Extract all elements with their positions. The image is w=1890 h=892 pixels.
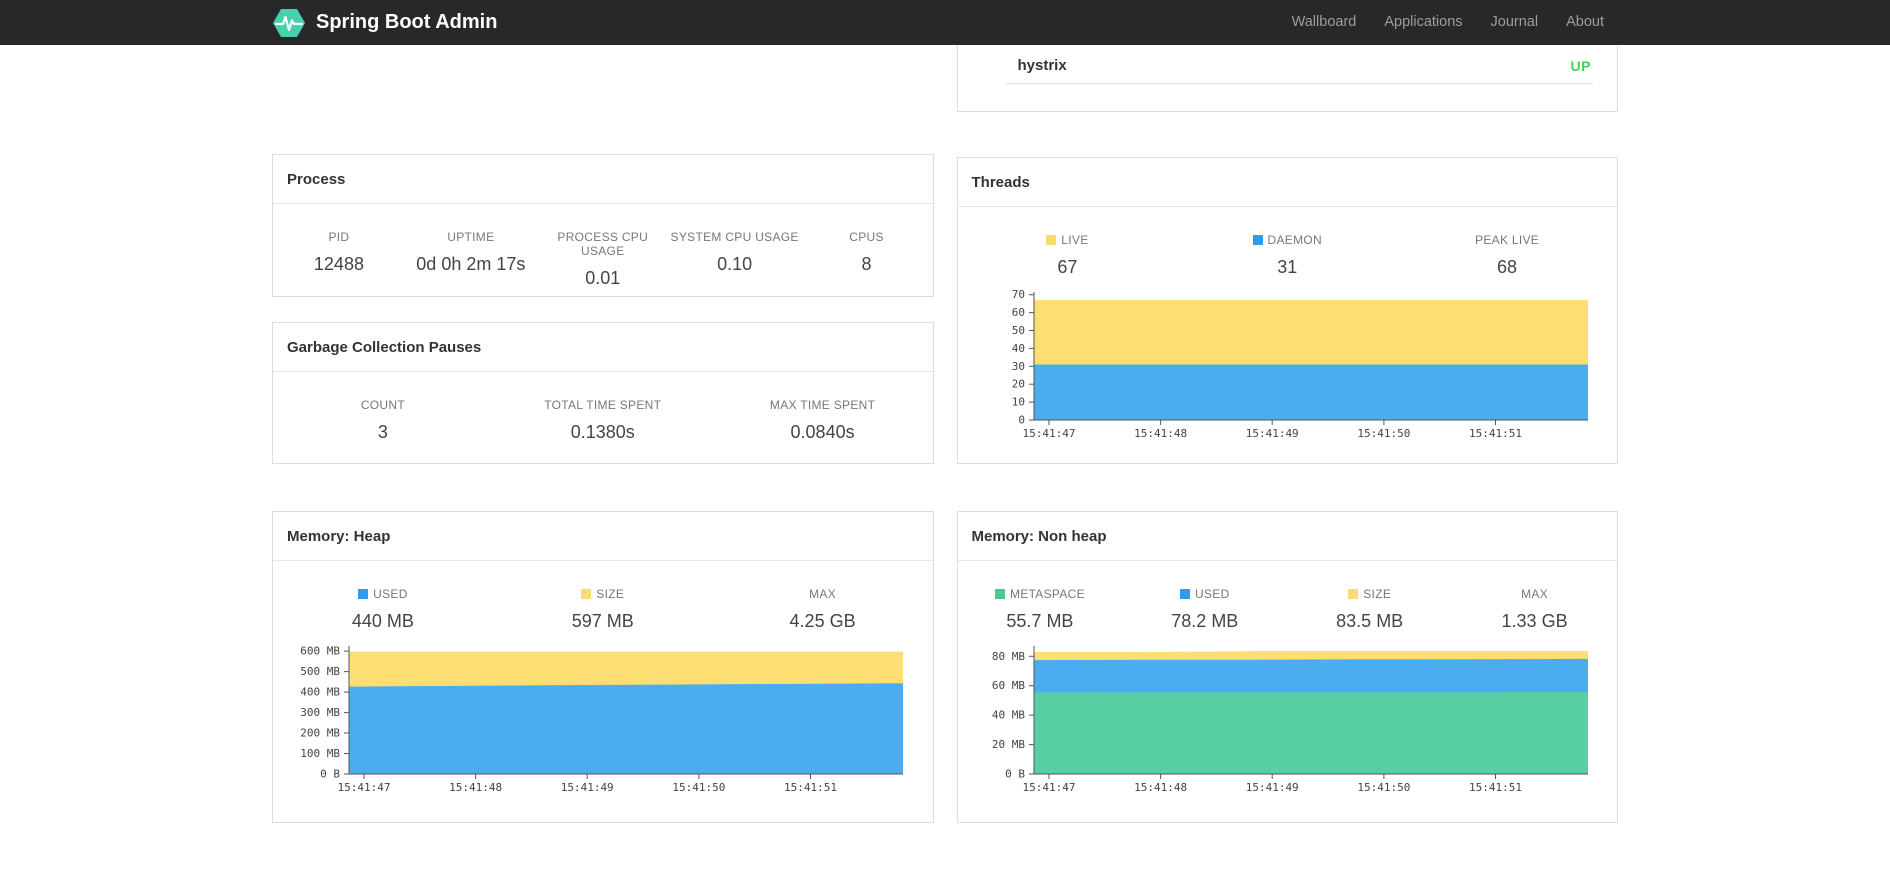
left-column: Process PID 12488 UPTIME 0d 0h 2m 17s PR… bbox=[272, 45, 934, 823]
svg-text:600 MB: 600 MB bbox=[300, 645, 340, 658]
application-name: hystrix bbox=[1017, 57, 1067, 74]
svg-text:200 MB: 200 MB bbox=[300, 727, 340, 740]
memory-heap-card: Memory: Heap USED 440 MB SIZE 597 MB MAX… bbox=[272, 511, 934, 823]
svg-text:15:41:49: 15:41:49 bbox=[1245, 781, 1298, 794]
used-swatch-icon bbox=[1180, 589, 1191, 599]
brand[interactable]: Spring Boot Admin bbox=[272, 8, 497, 38]
threads-legend: LIVE 67 DAEMON 31 PEAK LIVE 68 bbox=[958, 207, 1618, 278]
metric-gc-max-time: MAX TIME SPENT 0.0840s bbox=[769, 398, 876, 442]
svg-text:20: 20 bbox=[1011, 378, 1024, 391]
svg-text:15:41:50: 15:41:50 bbox=[672, 781, 725, 794]
legend-nonheap-metaspace: METASPACE 55.7 MB bbox=[958, 587, 1123, 632]
live-swatch-icon bbox=[1046, 235, 1057, 245]
nonheap-legend: METASPACE 55.7 MB USED 78.2 MB SIZE 83.5… bbox=[958, 561, 1618, 632]
process-card-title: Process bbox=[273, 155, 933, 204]
svg-text:15:41:47: 15:41:47 bbox=[338, 781, 391, 794]
divider bbox=[1005, 83, 1593, 84]
legend-heap-used: USED 440 MB bbox=[351, 587, 414, 631]
gc-card-title: Garbage Collection Pauses bbox=[273, 323, 933, 372]
svg-text:15:41:49: 15:41:49 bbox=[1245, 427, 1298, 440]
application-status-row[interactable]: hystrix UP bbox=[958, 45, 1618, 83]
svg-text:15:41:50: 15:41:50 bbox=[1357, 781, 1410, 794]
threads-chart: 0 10 20 30 40 50 60 70 15:41:47 15:41:48 15:41:49 1… bbox=[958, 278, 1618, 451]
metric-gc-total-time: TOTAL TIME SPENT 0.1380s bbox=[544, 398, 662, 442]
process-card: Process PID 12488 UPTIME 0d 0h 2m 17s PR… bbox=[272, 154, 934, 297]
process-metrics: PID 12488 UPTIME 0d 0h 2m 17s PROCESS CP… bbox=[273, 204, 933, 289]
svg-text:15:41:50: 15:41:50 bbox=[1357, 427, 1410, 440]
used-swatch-icon bbox=[358, 589, 369, 599]
size-swatch-icon bbox=[581, 589, 592, 599]
svg-text:30: 30 bbox=[1011, 360, 1024, 373]
gc-pauses-card: Garbage Collection Pauses COUNT 3 TOTAL … bbox=[272, 322, 934, 464]
legend-heap-size: SIZE 597 MB bbox=[571, 587, 634, 631]
svg-text:500 MB: 500 MB bbox=[300, 665, 340, 678]
heap-card-title: Memory: Heap bbox=[273, 512, 933, 561]
svg-text:15:41:48: 15:41:48 bbox=[1134, 781, 1187, 794]
gc-metrics: COUNT 3 TOTAL TIME SPENT 0.1380s MAX TIM… bbox=[273, 372, 933, 443]
threads-card: Threads LIVE 67 DAEMON 31 PEAK LIVE 68 0… bbox=[956, 157, 1618, 464]
heap-legend: USED 440 MB SIZE 597 MB MAX 4.25 GB bbox=[273, 561, 933, 632]
metric-gc-count: COUNT 3 bbox=[360, 398, 405, 442]
size-swatch-icon bbox=[1348, 589, 1359, 599]
nav-item-wallboard[interactable]: Wallboard bbox=[1278, 0, 1371, 45]
right-column: hystrix UP Threads LIVE 67 DAEMON 31 PEA… bbox=[956, 45, 1618, 823]
legend-nonheap-used: USED 78.2 MB bbox=[1171, 587, 1239, 631]
svg-text:15:41:47: 15:41:47 bbox=[1022, 427, 1075, 440]
main-content: Process PID 12488 UPTIME 0d 0h 2m 17s PR… bbox=[272, 45, 1618, 823]
svg-text:15:41:51: 15:41:51 bbox=[1469, 781, 1522, 794]
brand-title: Spring Boot Admin bbox=[316, 11, 498, 33]
metaspace-swatch-icon bbox=[994, 589, 1005, 599]
metric-cpus: CPUS 8 bbox=[849, 230, 884, 274]
metric-system-cpu-usage: SYSTEM CPU USAGE 0.10 bbox=[670, 230, 799, 274]
svg-text:15:41:51: 15:41:51 bbox=[1469, 427, 1522, 440]
svg-text:50: 50 bbox=[1011, 324, 1024, 337]
nav-item-journal[interactable]: Journal bbox=[1477, 0, 1553, 45]
svg-text:10: 10 bbox=[1011, 396, 1024, 409]
threads-card-title: Threads bbox=[957, 158, 1617, 207]
svg-text:300 MB: 300 MB bbox=[300, 706, 340, 719]
metric-pid: PID 12488 bbox=[313, 230, 364, 274]
svg-text:70: 70 bbox=[1011, 288, 1024, 301]
svg-text:15:41:47: 15:41:47 bbox=[1022, 781, 1075, 794]
svg-text:60: 60 bbox=[1011, 306, 1024, 319]
metric-uptime: UPTIME 0d 0h 2m 17s bbox=[416, 230, 526, 274]
nonheap-card-title: Memory: Non heap bbox=[957, 512, 1617, 561]
metric-process-cpu-usage: PROCESS CPU USAGE 0.01 bbox=[557, 230, 649, 288]
svg-text:400 MB: 400 MB bbox=[300, 686, 340, 699]
svg-text:15:41:48: 15:41:48 bbox=[449, 781, 502, 794]
svg-text:0 B: 0 B bbox=[320, 768, 340, 781]
svg-text:40 MB: 40 MB bbox=[991, 709, 1024, 722]
daemon-swatch-icon bbox=[1252, 235, 1263, 245]
legend-heap-max: MAX 4.25 GB bbox=[789, 587, 856, 631]
svg-text:15:41:51: 15:41:51 bbox=[784, 781, 837, 794]
spring-boot-admin-logo-icon bbox=[272, 8, 306, 38]
nav-item-about[interactable]: About bbox=[1552, 0, 1618, 45]
navbar: Spring Boot Admin Wallboard Applications… bbox=[0, 0, 1890, 45]
svg-text:20 MB: 20 MB bbox=[991, 738, 1024, 751]
svg-text:80 MB: 80 MB bbox=[991, 650, 1024, 663]
application-status-card: hystrix UP bbox=[956, 45, 1618, 112]
nav-item-applications[interactable]: Applications bbox=[1370, 0, 1476, 45]
svg-text:60 MB: 60 MB bbox=[991, 679, 1024, 692]
heap-chart: 0 B 100 MB 200 MB 300 MB 400 MB 500 MB 600 MB 1… bbox=[273, 632, 933, 805]
svg-text:15:41:48: 15:41:48 bbox=[1134, 427, 1187, 440]
memory-nonheap-card: Memory: Non heap METASPACE 55.7 MB USED … bbox=[956, 511, 1618, 823]
legend-threads-peak-live: PEAK LIVE 68 bbox=[1475, 233, 1540, 277]
legend-threads-daemon: DAEMON 31 bbox=[1177, 233, 1397, 278]
svg-text:40: 40 bbox=[1011, 342, 1024, 355]
svg-text:100 MB: 100 MB bbox=[300, 747, 340, 760]
status-badge: UP bbox=[1570, 57, 1591, 74]
nonheap-chart: 0 B 20 MB 40 MB 60 MB 80 MB 15:41:47 15:41:48 1… bbox=[958, 632, 1618, 805]
svg-text:15:41:49: 15:41:49 bbox=[561, 781, 614, 794]
svg-text:0 B: 0 B bbox=[1005, 768, 1025, 781]
legend-nonheap-max: MAX 1.33 GB bbox=[1501, 587, 1568, 631]
nav-links: Wallboard Applications Journal About bbox=[1278, 0, 1618, 45]
legend-threads-live: LIVE 67 bbox=[958, 233, 1178, 278]
legend-nonheap-size: SIZE 83.5 MB bbox=[1336, 587, 1404, 631]
svg-text:0: 0 bbox=[1018, 414, 1025, 427]
